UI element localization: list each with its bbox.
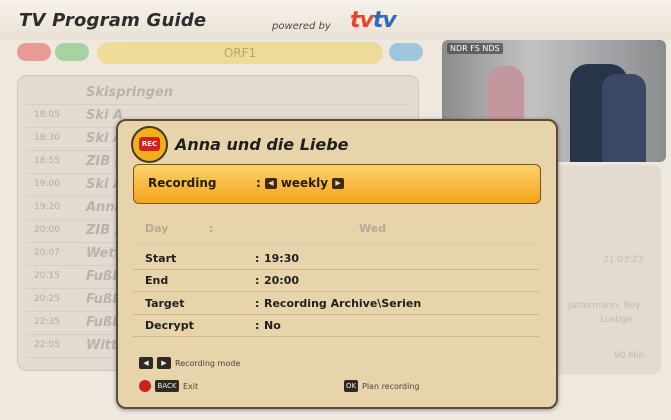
target-value: Recording Archive\Serien bbox=[264, 297, 422, 310]
channel-selector[interactable]: ORF1 bbox=[97, 42, 383, 64]
recording-mode-row[interactable]: Recording : ◀ weekly ▶ bbox=[133, 164, 541, 204]
day-label: Day bbox=[145, 222, 169, 235]
list-item-title: Witt bbox=[86, 338, 118, 353]
recording-dialog: REC Anna und die Liebe Recording : ◀ wee… bbox=[116, 119, 558, 409]
red-button[interactable] bbox=[17, 43, 51, 61]
start-value: 19:30 bbox=[264, 252, 300, 265]
color-button-bar: ORF1 bbox=[15, 41, 425, 65]
decrypt-label: Decrypt bbox=[145, 319, 194, 332]
day-value: Wed bbox=[359, 222, 387, 235]
end-colon: : bbox=[255, 274, 260, 287]
decrypt-row[interactable]: Decrypt : No bbox=[133, 315, 539, 337]
info-credits: Jattermann, Roy bbox=[568, 301, 641, 311]
list-item-time: 20:25 bbox=[34, 294, 60, 304]
list-item-time: 18:30 bbox=[34, 133, 60, 143]
page-title: TV Program Guide bbox=[19, 10, 207, 31]
start-colon: : bbox=[255, 252, 260, 265]
red-key-icon bbox=[139, 380, 151, 392]
dialog-title: Anna und die Liebe bbox=[175, 135, 349, 154]
help-exit: BACK Exit bbox=[139, 380, 198, 392]
video-figure-right bbox=[602, 74, 646, 162]
start-row[interactable]: Start : 19:30 bbox=[133, 248, 539, 270]
list-item-title: Skispringen bbox=[86, 85, 174, 100]
video-channel-label: NDR FS NDS bbox=[447, 43, 503, 54]
day-colon: : bbox=[209, 222, 214, 235]
channel-name: ORF1 bbox=[223, 46, 257, 60]
target-label: Target bbox=[145, 297, 185, 310]
powered-by-label: powered by bbox=[272, 21, 331, 32]
end-row[interactable]: End : 20:00 bbox=[133, 270, 539, 292]
info-time: 21:03:23 bbox=[603, 255, 644, 265]
list-item[interactable]: Skispringen bbox=[26, 82, 410, 105]
help-exit-text: Exit bbox=[183, 381, 199, 391]
record-icon: REC bbox=[131, 126, 168, 163]
recording-label: Recording bbox=[148, 176, 217, 190]
brand-tv-right: tv bbox=[372, 8, 397, 33]
help-recording-mode-text: Recording mode bbox=[175, 358, 241, 368]
help-plan-recording: OK Plan recording bbox=[344, 380, 420, 392]
target-row[interactable]: Target : Recording Archive\Serien bbox=[133, 293, 539, 315]
list-item-time: 20:07 bbox=[34, 248, 60, 258]
help-plan-recording-text: Plan recording bbox=[362, 381, 420, 391]
list-item-title: Ski A bbox=[86, 108, 124, 123]
brand-tv-left: tv bbox=[350, 8, 374, 33]
list-item-time: 22:35 bbox=[34, 317, 60, 327]
list-item-time: 19:20 bbox=[34, 202, 60, 212]
list-item-time: 18:05 bbox=[34, 110, 60, 120]
day-row: Day : Wed bbox=[133, 215, 539, 244]
end-value: 20:00 bbox=[264, 274, 300, 287]
list-item-time: 19:00 bbox=[34, 179, 60, 189]
help-recording-mode: ◀ ▶ Recording mode bbox=[139, 357, 240, 369]
list-item-time: 22:05 bbox=[34, 340, 60, 350]
green-button[interactable] bbox=[55, 43, 89, 61]
list-item-time: 20:15 bbox=[34, 271, 60, 281]
decrypt-value: No bbox=[264, 319, 281, 332]
target-colon: : bbox=[255, 297, 260, 310]
list-item-time: 20:00 bbox=[34, 225, 60, 235]
list-item-time: 18:55 bbox=[34, 156, 60, 166]
left-arrow-icon[interactable]: ◀ bbox=[264, 177, 277, 189]
end-label: End bbox=[145, 274, 169, 287]
recording-value: weekly bbox=[280, 176, 329, 190]
blue-button[interactable] bbox=[389, 43, 423, 61]
back-key-icon: BACK bbox=[155, 380, 179, 392]
info-genre: Lustige bbox=[600, 315, 633, 325]
right-key-icon: ▶ bbox=[157, 357, 171, 369]
tv-guide-screen: TV Program Guide powered by tvtv ORF1 Sk… bbox=[0, 0, 671, 420]
start-label: Start bbox=[145, 252, 177, 265]
left-key-icon: ◀ bbox=[139, 357, 153, 369]
record-icon-text: REC bbox=[139, 137, 160, 151]
right-arrow-icon[interactable]: ▶ bbox=[332, 177, 345, 189]
recording-value-group: : ◀ weekly ▶ bbox=[256, 176, 345, 190]
ok-key-icon: OK bbox=[344, 380, 358, 392]
info-duration: 90 Min bbox=[614, 351, 645, 361]
top-bar: TV Program Guide powered by tvtv bbox=[0, 0, 671, 40]
decrypt-colon: : bbox=[255, 319, 260, 332]
recording-colon: : bbox=[256, 176, 261, 190]
brand-logo: tvtv bbox=[350, 8, 397, 33]
